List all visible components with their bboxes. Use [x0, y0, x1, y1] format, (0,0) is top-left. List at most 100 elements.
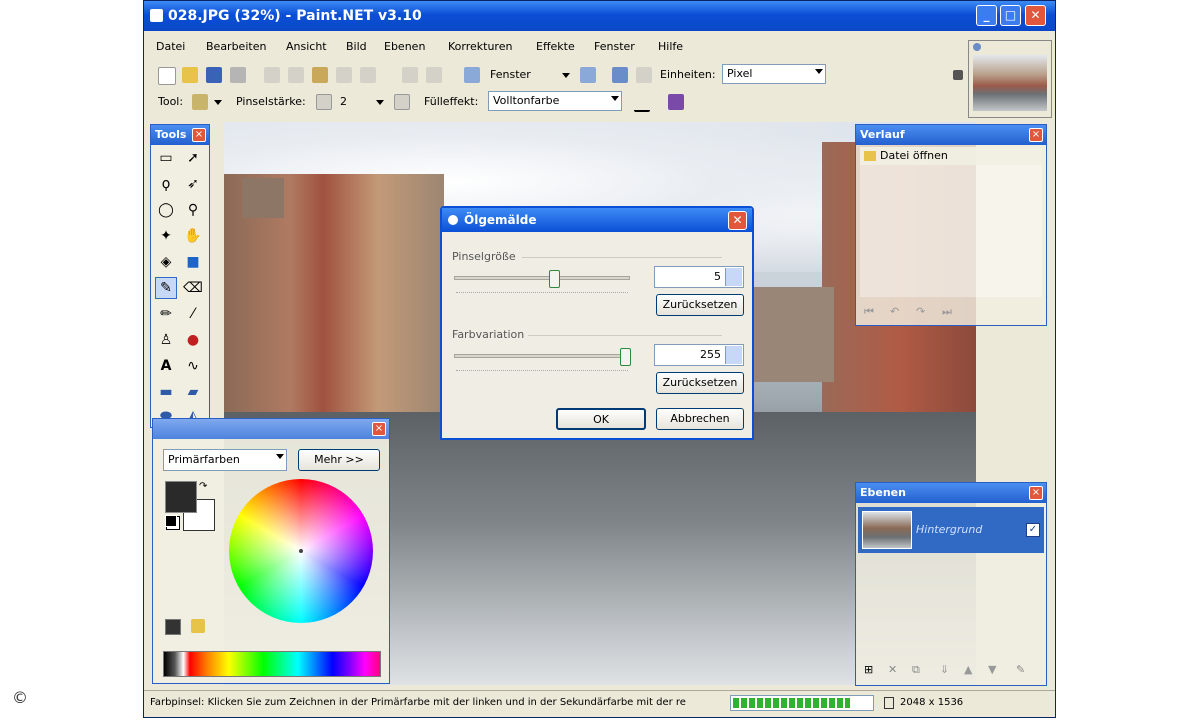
primary-color-swatch[interactable] — [165, 481, 197, 513]
zoom-window-label[interactable]: Fenster — [490, 68, 531, 81]
text-tool-icon[interactable]: A — [155, 355, 177, 377]
coarseness-track[interactable] — [454, 354, 630, 358]
menu-bild[interactable]: Bild — [346, 40, 367, 53]
swap-colors-icon[interactable]: ↷ — [199, 481, 207, 492]
menu-effekte[interactable]: Effekte — [536, 40, 575, 53]
coarseness-slider-thumb[interactable] — [620, 348, 631, 366]
brush-size-spin-arrows-icon[interactable] — [725, 268, 742, 286]
duplicate-layer-icon[interactable]: ⧉ — [912, 663, 920, 677]
decrease-width-icon[interactable] — [316, 94, 332, 110]
gradient-tool-icon[interactable]: ■ — [182, 251, 204, 273]
save-icon[interactable] — [206, 67, 222, 83]
move-selected-tool-icon[interactable]: ➚ — [182, 147, 204, 169]
toolbar-grip-icon[interactable] — [953, 70, 963, 80]
layers-panel-close-icon[interactable]: × — [1029, 486, 1043, 500]
rectangle-tool-icon[interactable]: ▬ — [155, 381, 177, 403]
ruler-icon[interactable] — [636, 67, 652, 83]
cut-icon[interactable] — [264, 67, 280, 83]
print-icon[interactable] — [230, 67, 246, 83]
move-layer-up-icon[interactable]: ▲ — [964, 663, 972, 676]
navigator-thumbnail[interactable] — [968, 40, 1052, 118]
menu-korrekturen[interactable]: Korrekturen — [448, 40, 512, 53]
reset-colors-icon[interactable] — [165, 515, 177, 527]
coarseness-spin-arrows-icon[interactable] — [725, 346, 742, 364]
layer-visibility-checkbox[interactable]: ✓ — [1026, 523, 1040, 537]
ellipse-select-tool-icon[interactable]: ◯ — [155, 199, 177, 221]
crop-icon[interactable] — [336, 67, 352, 83]
paintbrush-tool-selected-icon[interactable]: ✎ — [155, 277, 177, 299]
ok-button[interactable]: OK — [556, 408, 646, 430]
brush-width-value[interactable]: 2 — [340, 95, 347, 108]
undo-icon[interactable] — [402, 67, 418, 83]
history-panel-close-icon[interactable]: × — [1029, 128, 1043, 142]
palette-select[interactable]: Primärfarben — [163, 449, 287, 471]
brush-size-track[interactable] — [454, 276, 630, 280]
move-layer-down-icon[interactable]: ▼ — [988, 663, 996, 676]
move-selection-tool-icon[interactable]: ➶ — [182, 173, 204, 195]
colors-panel-title[interactable] — [153, 419, 389, 439]
eraser-tool-icon[interactable]: ⌫ — [182, 277, 204, 299]
add-to-palette-icon[interactable] — [165, 619, 181, 635]
zoom-dropdown-arrow[interactable] — [562, 73, 570, 78]
close-button[interactable]: ✕ — [1025, 5, 1046, 26]
palette-menu-icon[interactable] — [191, 619, 205, 633]
blend-mode-icon[interactable] — [668, 94, 684, 110]
open-file-icon[interactable] — [182, 67, 198, 83]
brush-width-dropdown-arrow[interactable] — [376, 100, 384, 105]
history-fastforward-icon[interactable]: ⏭ — [942, 305, 952, 319]
brush-size-spinner[interactable]: 5 — [654, 266, 744, 288]
zoom-tool-icon[interactable]: ⚲ — [182, 199, 204, 221]
coarseness-reset-button[interactable]: Zurücksetzen — [656, 372, 744, 394]
redo-icon[interactable] — [426, 67, 442, 83]
paste-icon[interactable] — [312, 67, 328, 83]
pan-tool-icon[interactable]: ✋ — [182, 225, 204, 247]
colors-panel-close-icon[interactable]: × — [372, 422, 386, 436]
menu-datei[interactable]: Datei — [156, 40, 185, 53]
fill-select[interactable]: Volltonfarbe — [488, 91, 622, 111]
paintbrush-tool-icon[interactable] — [192, 94, 208, 110]
history-redo-icon[interactable]: ↷ — [916, 305, 925, 318]
lasso-tool-icon[interactable]: ϙ — [155, 173, 177, 195]
dialog-close-button[interactable]: ✕ — [728, 211, 747, 230]
brush-size-slider-thumb[interactable] — [549, 270, 560, 288]
cancel-button[interactable]: Abbrechen — [656, 408, 744, 430]
history-rewind-icon[interactable]: ⏮ — [864, 305, 874, 319]
tool-dropdown-arrow[interactable] — [214, 100, 222, 105]
brush-size-reset-button[interactable]: Zurücksetzen — [656, 294, 744, 316]
more-colors-button[interactable]: Mehr >> — [298, 449, 380, 471]
layer-properties-icon[interactable]: ✎ — [1016, 663, 1025, 676]
pencil-tool-icon[interactable]: ✏ — [155, 303, 177, 325]
history-undo-icon[interactable]: ↶ — [890, 305, 899, 318]
menu-ansicht[interactable]: Ansicht — [286, 40, 327, 53]
rounded-rectangle-tool-icon[interactable]: ▰ — [182, 381, 204, 403]
clone-stamp-tool-icon[interactable]: ♙ — [155, 329, 177, 351]
add-layer-icon[interactable]: ⊞ — [864, 663, 873, 676]
menu-hilfe[interactable]: Hilfe — [658, 40, 683, 53]
zoom-in-icon[interactable] — [580, 67, 596, 83]
color-picker-tool-icon[interactable]: ⁄ — [182, 303, 204, 325]
layers-panel-title[interactable]: Ebenen — [856, 483, 1046, 503]
layer-row[interactable]: Hintergrund ✓ — [858, 507, 1044, 553]
history-item[interactable]: Datei öffnen — [860, 147, 1042, 165]
magic-wand-tool-icon[interactable]: ✦ — [155, 225, 177, 247]
paint-bucket-tool-icon[interactable]: ◈ — [155, 251, 177, 273]
merge-layer-icon[interactable]: ⇓ — [940, 663, 949, 676]
recolor-tool-icon[interactable]: ● — [182, 329, 204, 351]
line-curve-tool-icon[interactable]: ∿ — [182, 355, 204, 377]
coarseness-spinner[interactable]: 255 — [654, 344, 744, 366]
history-panel-title[interactable]: Verlauf — [856, 125, 1046, 145]
menu-ebenen[interactable]: Ebenen — [384, 40, 425, 53]
deselect-icon[interactable] — [360, 67, 376, 83]
palette-swatch-strip[interactable] — [163, 651, 381, 677]
minimize-button[interactable]: _ — [976, 5, 997, 26]
new-file-icon[interactable] — [158, 67, 176, 85]
menu-fenster[interactable]: Fenster — [594, 40, 635, 53]
navigator-pin-icon[interactable] — [973, 43, 981, 51]
rectangle-select-tool-icon[interactable]: ▭ — [155, 147, 177, 169]
units-select[interactable]: Pixel — [722, 64, 826, 84]
zoom-icon[interactable] — [464, 67, 480, 83]
increase-width-icon[interactable] — [394, 94, 410, 110]
grid-icon[interactable] — [612, 67, 628, 83]
maximize-button[interactable]: □ — [1000, 5, 1021, 26]
delete-layer-icon[interactable]: ✕ — [888, 663, 897, 676]
